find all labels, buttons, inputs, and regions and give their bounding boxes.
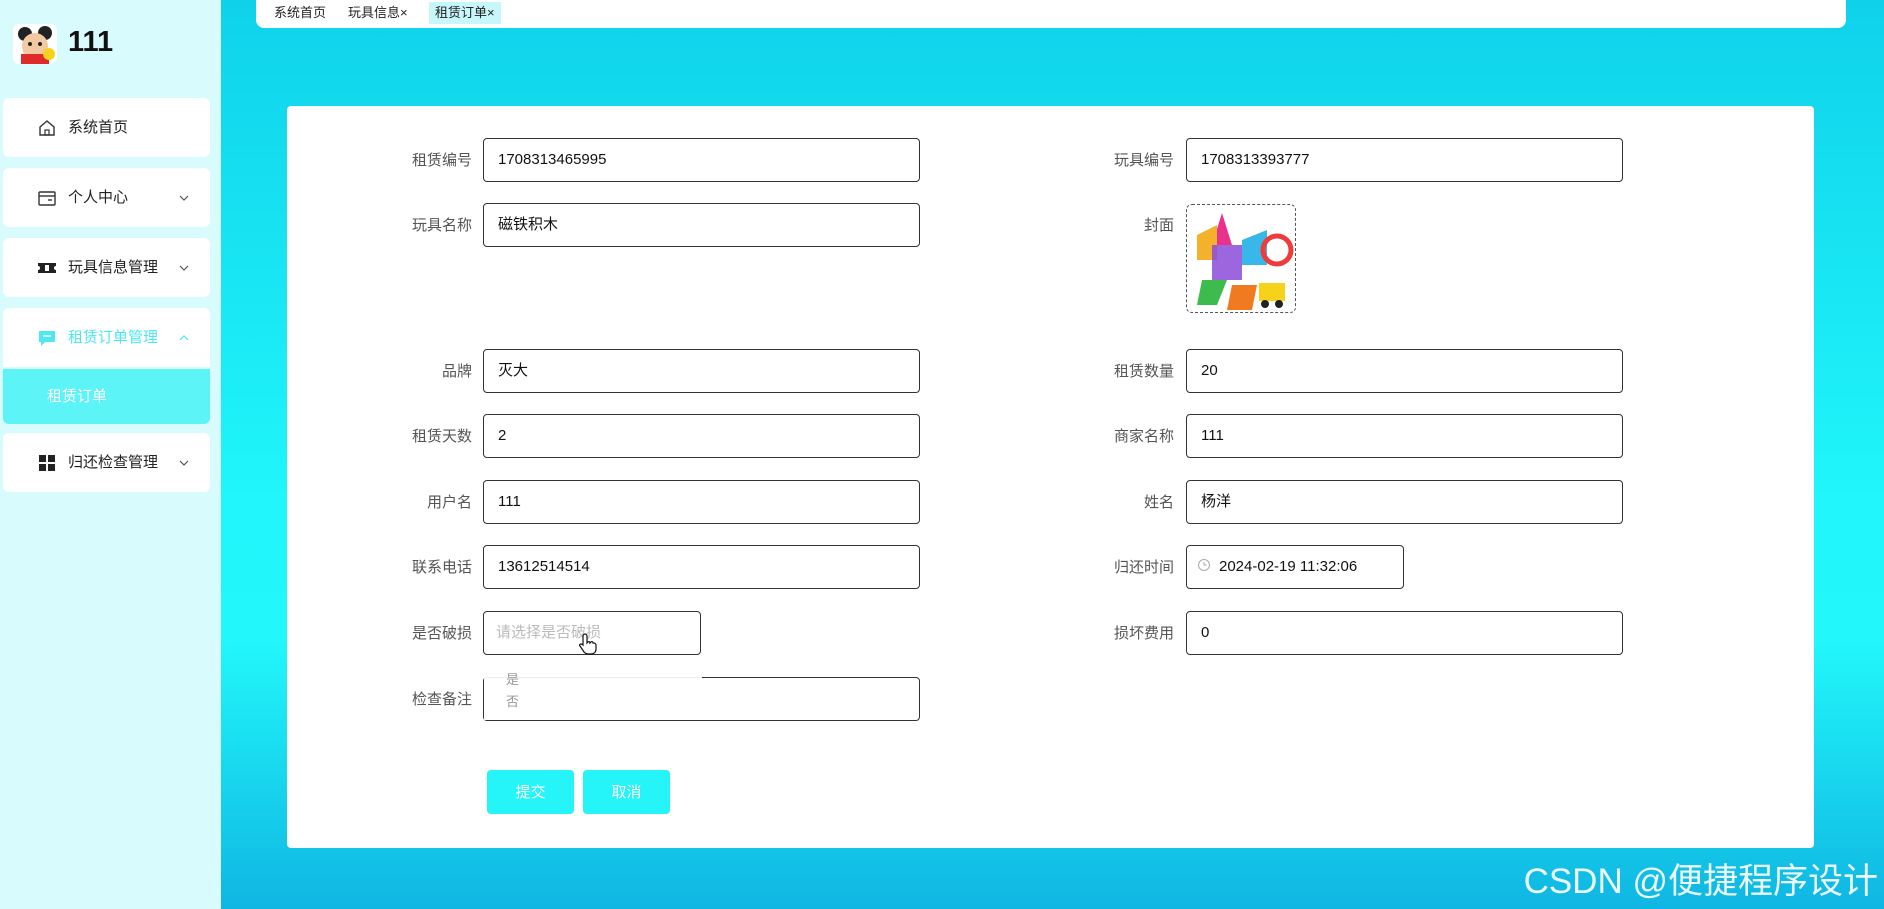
phone-field[interactable]: 13612514514: [483, 545, 920, 589]
sidebar-item-label: 租赁订单管理: [68, 328, 159, 346]
label-quantity: 租赁数量: [1113, 362, 1174, 380]
tab-home[interactable]: 系统首页: [268, 2, 332, 24]
sidebar-item-return-check[interactable]: 归还检查管理: [3, 433, 210, 492]
label-cover: 封面: [1143, 216, 1174, 234]
app-title: 111: [68, 26, 114, 58]
label-phone: 联系电话: [411, 558, 472, 576]
toy-name-field[interactable]: 磁铁积木: [483, 203, 920, 247]
chevron-down-icon: [178, 192, 190, 204]
sidebar-item-label: 系统首页: [68, 118, 129, 136]
logo-image: [13, 24, 57, 64]
merchant-field[interactable]: 111: [1186, 414, 1623, 458]
submit-button[interactable]: 提交: [487, 770, 574, 814]
tab-toy-info[interactable]: 玩具信息×: [342, 2, 414, 24]
home-icon: [37, 118, 57, 138]
ticket-icon: [37, 258, 57, 278]
chevron-down-icon: [178, 262, 190, 274]
rental-no-field[interactable]: 1708313465995: [483, 138, 920, 182]
return-time-picker[interactable]: 2024-02-19 11:32:06: [1186, 545, 1404, 589]
label-days: 租赁天数: [411, 427, 472, 445]
sidebar: 111 系统首页 个人中心 玩具信息管理 租赁订单管理 租赁订单 归还检查管理: [0, 0, 221, 909]
label-return-time: 归还时间: [1113, 558, 1174, 576]
submenu-item-label: 租赁订单: [47, 387, 108, 405]
sidebar-item-toy-info[interactable]: 玩具信息管理: [3, 238, 210, 297]
watermark: CSDN @便捷程序设计: [1523, 862, 1878, 901]
cover-image[interactable]: [1186, 204, 1296, 313]
chevron-up-icon: [178, 332, 190, 344]
wallet-icon: [37, 188, 57, 208]
label-merchant: 商家名称: [1113, 427, 1174, 445]
hand-cursor-icon: [579, 633, 597, 655]
tab-rental-order[interactable]: 租赁订单×: [429, 2, 501, 24]
sidebar-item-label: 玩具信息管理: [68, 258, 159, 276]
return-time-value: 2024-02-19 11:32:06: [1219, 558, 1358, 575]
label-brand: 品牌: [441, 362, 472, 380]
chevron-down-icon: [178, 457, 190, 469]
rental-days-field[interactable]: 2: [483, 414, 920, 458]
damage-fee-field[interactable]: 0: [1186, 611, 1623, 655]
sidebar-item-label: 归还检查管理: [68, 453, 159, 471]
tab-label: 租赁订单: [435, 5, 488, 20]
cancel-button[interactable]: 取消: [583, 770, 670, 814]
label-name: 姓名: [1143, 493, 1174, 511]
tab-label: 玩具信息: [348, 5, 401, 20]
tab-bar: 系统首页 玩具信息× 租赁订单×: [256, 0, 1846, 28]
label-toy-name: 玩具名称: [411, 216, 472, 234]
label-remark: 检查备注: [411, 690, 472, 708]
toy-no-field[interactable]: 1708313393777: [1186, 138, 1623, 182]
label-toy-no: 玩具编号: [1113, 151, 1174, 169]
label-damaged: 是否破损: [411, 624, 472, 642]
sidebar-item-rental-orders[interactable]: 租赁订单管理: [3, 308, 210, 367]
close-icon[interactable]: ×: [400, 5, 408, 20]
username-field[interactable]: 111: [483, 480, 920, 524]
clock-icon: [1197, 558, 1211, 572]
sidebar-item-personal[interactable]: 个人中心: [3, 168, 210, 227]
sidebar-item-label: 个人中心: [68, 188, 129, 206]
dropdown-option-no[interactable]: 否: [484, 692, 702, 714]
damaged-dropdown: 是 否: [484, 670, 702, 720]
chat-icon: [37, 328, 57, 348]
label-username: 用户名: [426, 493, 472, 511]
tab-label: 系统首页: [274, 5, 327, 20]
quantity-field[interactable]: 20: [1186, 349, 1623, 393]
brand-field[interactable]: 灭大: [483, 349, 920, 393]
label-rental-no: 租赁编号: [411, 151, 472, 169]
close-icon[interactable]: ×: [487, 5, 495, 20]
name-field[interactable]: 杨洋: [1186, 480, 1623, 524]
submenu-item-rental-order[interactable]: 租赁订单: [3, 369, 210, 424]
label-damage-fee: 损坏费用: [1113, 624, 1174, 642]
sidebar-item-home[interactable]: 系统首页: [3, 98, 210, 157]
grid-icon: [37, 453, 57, 473]
dropdown-option-yes[interactable]: 是: [484, 670, 702, 692]
